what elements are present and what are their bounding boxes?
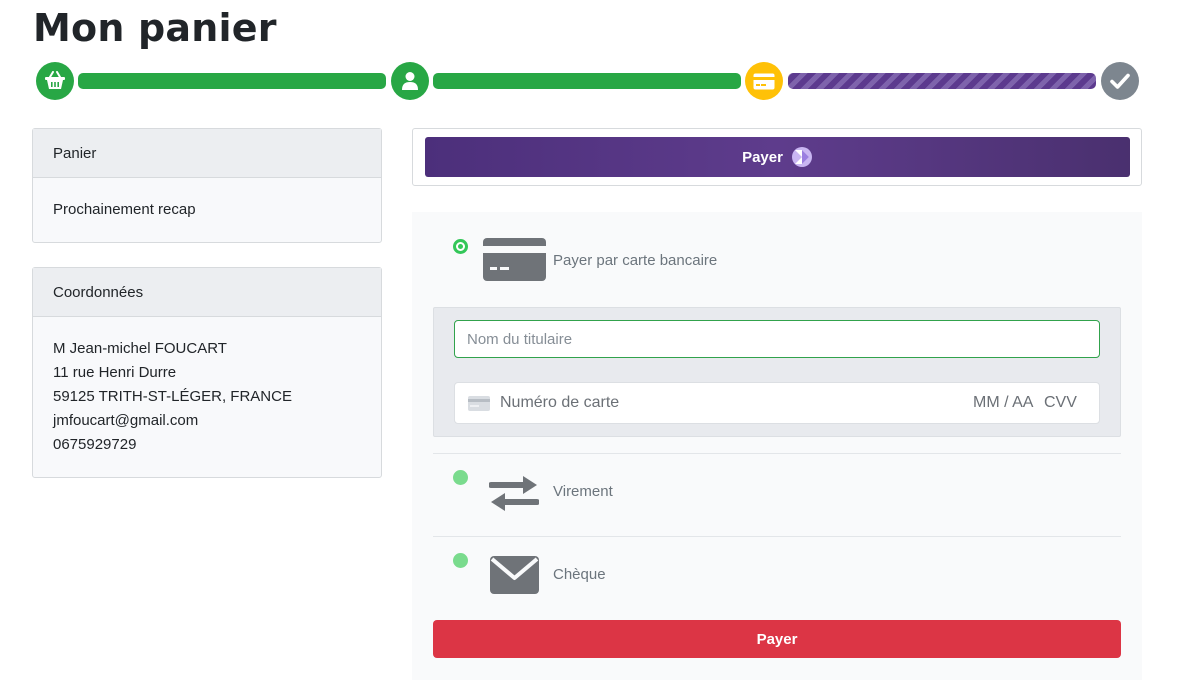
- step-account[interactable]: [391, 62, 429, 100]
- payment-methods-panel: Payer par carte bancaire Numéro de carte…: [412, 212, 1142, 680]
- cardholder-field[interactable]: [454, 320, 1100, 358]
- envelope-icon: [490, 556, 539, 594]
- card-expiry-placeholder[interactable]: MM / AA: [973, 394, 1033, 412]
- contact-phone: 0675929729: [53, 436, 137, 453]
- card-cvv-placeholder[interactable]: CVV: [1044, 394, 1077, 412]
- step-cart[interactable]: [36, 62, 74, 100]
- contact-street: 11 rue Henri Durre: [53, 364, 177, 381]
- pay-button[interactable]: Payer: [433, 620, 1121, 658]
- contact-card: Coordonnées M Jean-michel FOUCART 11 rue…: [32, 267, 382, 478]
- method-cheque-label: Chèque: [553, 566, 606, 583]
- chevron-logo-icon: [791, 147, 812, 167]
- radio-cheque[interactable]: [453, 553, 468, 568]
- card-number-field[interactable]: Numéro de carte MM / AA CVV: [454, 382, 1100, 424]
- credit-card-icon: [753, 73, 775, 89]
- radio-card[interactable]: [453, 239, 468, 254]
- method-transfer-label: Virement: [553, 483, 613, 500]
- cart-card-body: Prochainement recap: [53, 201, 196, 218]
- method-card-label: Payer par carte bancaire: [553, 252, 718, 269]
- contact-email: jmfoucart@gmail.com: [53, 412, 199, 429]
- card-form: Numéro de carte MM / AA CVV: [433, 307, 1121, 437]
- radio-transfer[interactable]: [453, 470, 468, 485]
- contact-city: 59125 TRITH-ST-LÉGER, FRANCE: [53, 388, 292, 405]
- contact-card-header: Coordonnées: [33, 268, 381, 317]
- progress-bar-3: [788, 73, 1096, 89]
- step-confirmation[interactable]: [1101, 62, 1139, 100]
- check-icon: [1110, 73, 1130, 89]
- card-brand-icon: [468, 396, 490, 411]
- express-pay-label: Payer: [742, 148, 783, 166]
- cart-summary-card: Panier Prochainement recap: [32, 128, 382, 243]
- progress-bar-1: [78, 73, 386, 89]
- step-payment[interactable]: [745, 62, 783, 100]
- method-divider: [433, 453, 1121, 454]
- cardholder-input[interactable]: [467, 330, 1099, 348]
- card-number-placeholder[interactable]: Numéro de carte: [500, 394, 619, 412]
- transfer-arrows-icon: [489, 476, 539, 511]
- contact-name: M Jean-michel FOUCART: [53, 340, 227, 357]
- page-title: Mon panier: [33, 6, 277, 50]
- contact-card-body: M Jean-michel FOUCART 11 rue Henri Durre…: [33, 317, 381, 477]
- basket-icon: [45, 71, 65, 89]
- express-pay-button[interactable]: Payer: [425, 137, 1130, 177]
- cart-card-header: Panier: [33, 129, 381, 178]
- progress-bar-2: [433, 73, 741, 89]
- credit-card-icon: [483, 238, 546, 281]
- user-icon: [402, 72, 418, 90]
- express-pay-box: Payer: [412, 128, 1142, 186]
- method-divider: [433, 536, 1121, 537]
